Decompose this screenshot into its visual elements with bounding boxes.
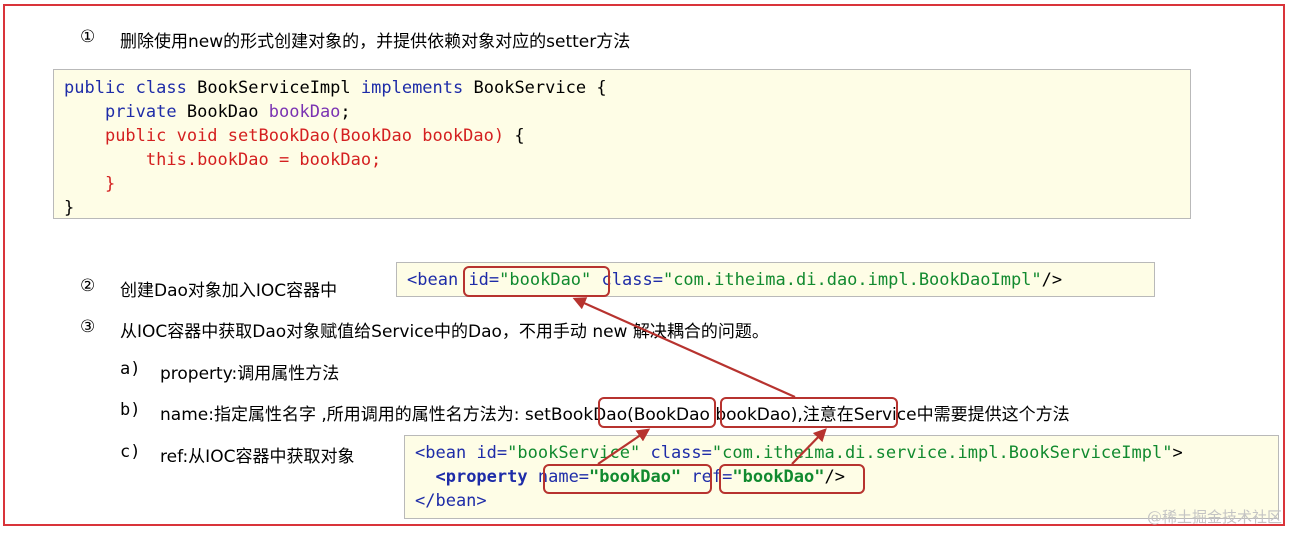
highlight-property-name xyxy=(543,464,712,494)
highlight-setter-param xyxy=(720,397,898,428)
step-3-number: ③ xyxy=(80,317,96,337)
kw-public: public xyxy=(64,78,126,98)
java-code: public class BookServiceImpl implements … xyxy=(64,76,607,220)
sub-c-label: c) xyxy=(120,442,141,462)
step-3-text: 从IOC容器中获取Dao对象赋值给Service中的Dao，不用手动 new 解… xyxy=(120,322,769,342)
sub-b-label: b) xyxy=(120,400,141,420)
sub-b-pre: name:指定属性名字 ,所用调用的属性名方法为: xyxy=(160,405,520,425)
open-brace: { xyxy=(514,126,525,146)
semicolon: ; xyxy=(340,102,351,122)
id-value: "bookService" xyxy=(507,443,641,463)
tag-close: /> xyxy=(1041,270,1063,290)
setter-signature: public void setBookDao(BookDao bookDao) xyxy=(104,126,505,146)
step-2-number: ② xyxy=(80,276,96,296)
setter-body: this.bookDao = bookDao; xyxy=(145,150,382,170)
field-type: BookDao xyxy=(186,102,259,122)
sub-c-text: ref:从IOC容器中获取对象 xyxy=(160,447,355,467)
highlight-setter-name xyxy=(598,397,716,428)
bean-tag: <bean xyxy=(415,443,467,463)
bean-tag: <bean xyxy=(407,270,459,290)
setter-close-brace: } xyxy=(104,174,116,194)
tag-close: > xyxy=(1172,443,1183,463)
class-attr: class= xyxy=(650,443,712,463)
step-1-number: ① xyxy=(80,27,96,47)
class-name: BookServiceImpl xyxy=(197,78,351,98)
watermark: @稀土掘金技术社区 xyxy=(1146,508,1282,526)
class-value: "com.itheima.di.dao.impl.BookDaoImpl" xyxy=(662,270,1042,290)
bean-end-tag: </bean> xyxy=(415,491,487,511)
id-attr: id= xyxy=(476,443,508,463)
sub-a-label: a) xyxy=(120,359,141,379)
property-tag: <property xyxy=(435,467,528,487)
class-value: "com.itheima.di.service.impl.BookService… xyxy=(711,443,1173,463)
highlight-bean-id xyxy=(463,266,610,297)
kw-private: private xyxy=(104,102,177,122)
kw-class: class xyxy=(135,78,187,98)
step-1-text: 删除使用new的形式创建对象的，并提供依赖对象对应的setter方法 xyxy=(120,32,631,52)
class-close-brace: } xyxy=(64,198,75,218)
step-2-text: 创建Dao对象加入IOC容器中 xyxy=(120,281,338,301)
field-name: bookDao xyxy=(268,102,341,122)
kw-implements: implements xyxy=(360,78,464,98)
sub-a-text: property:调用属性方法 xyxy=(160,364,340,384)
highlight-property-ref xyxy=(719,464,865,494)
class-attr: class= xyxy=(601,270,663,290)
interface-name: BookService { xyxy=(473,78,607,98)
